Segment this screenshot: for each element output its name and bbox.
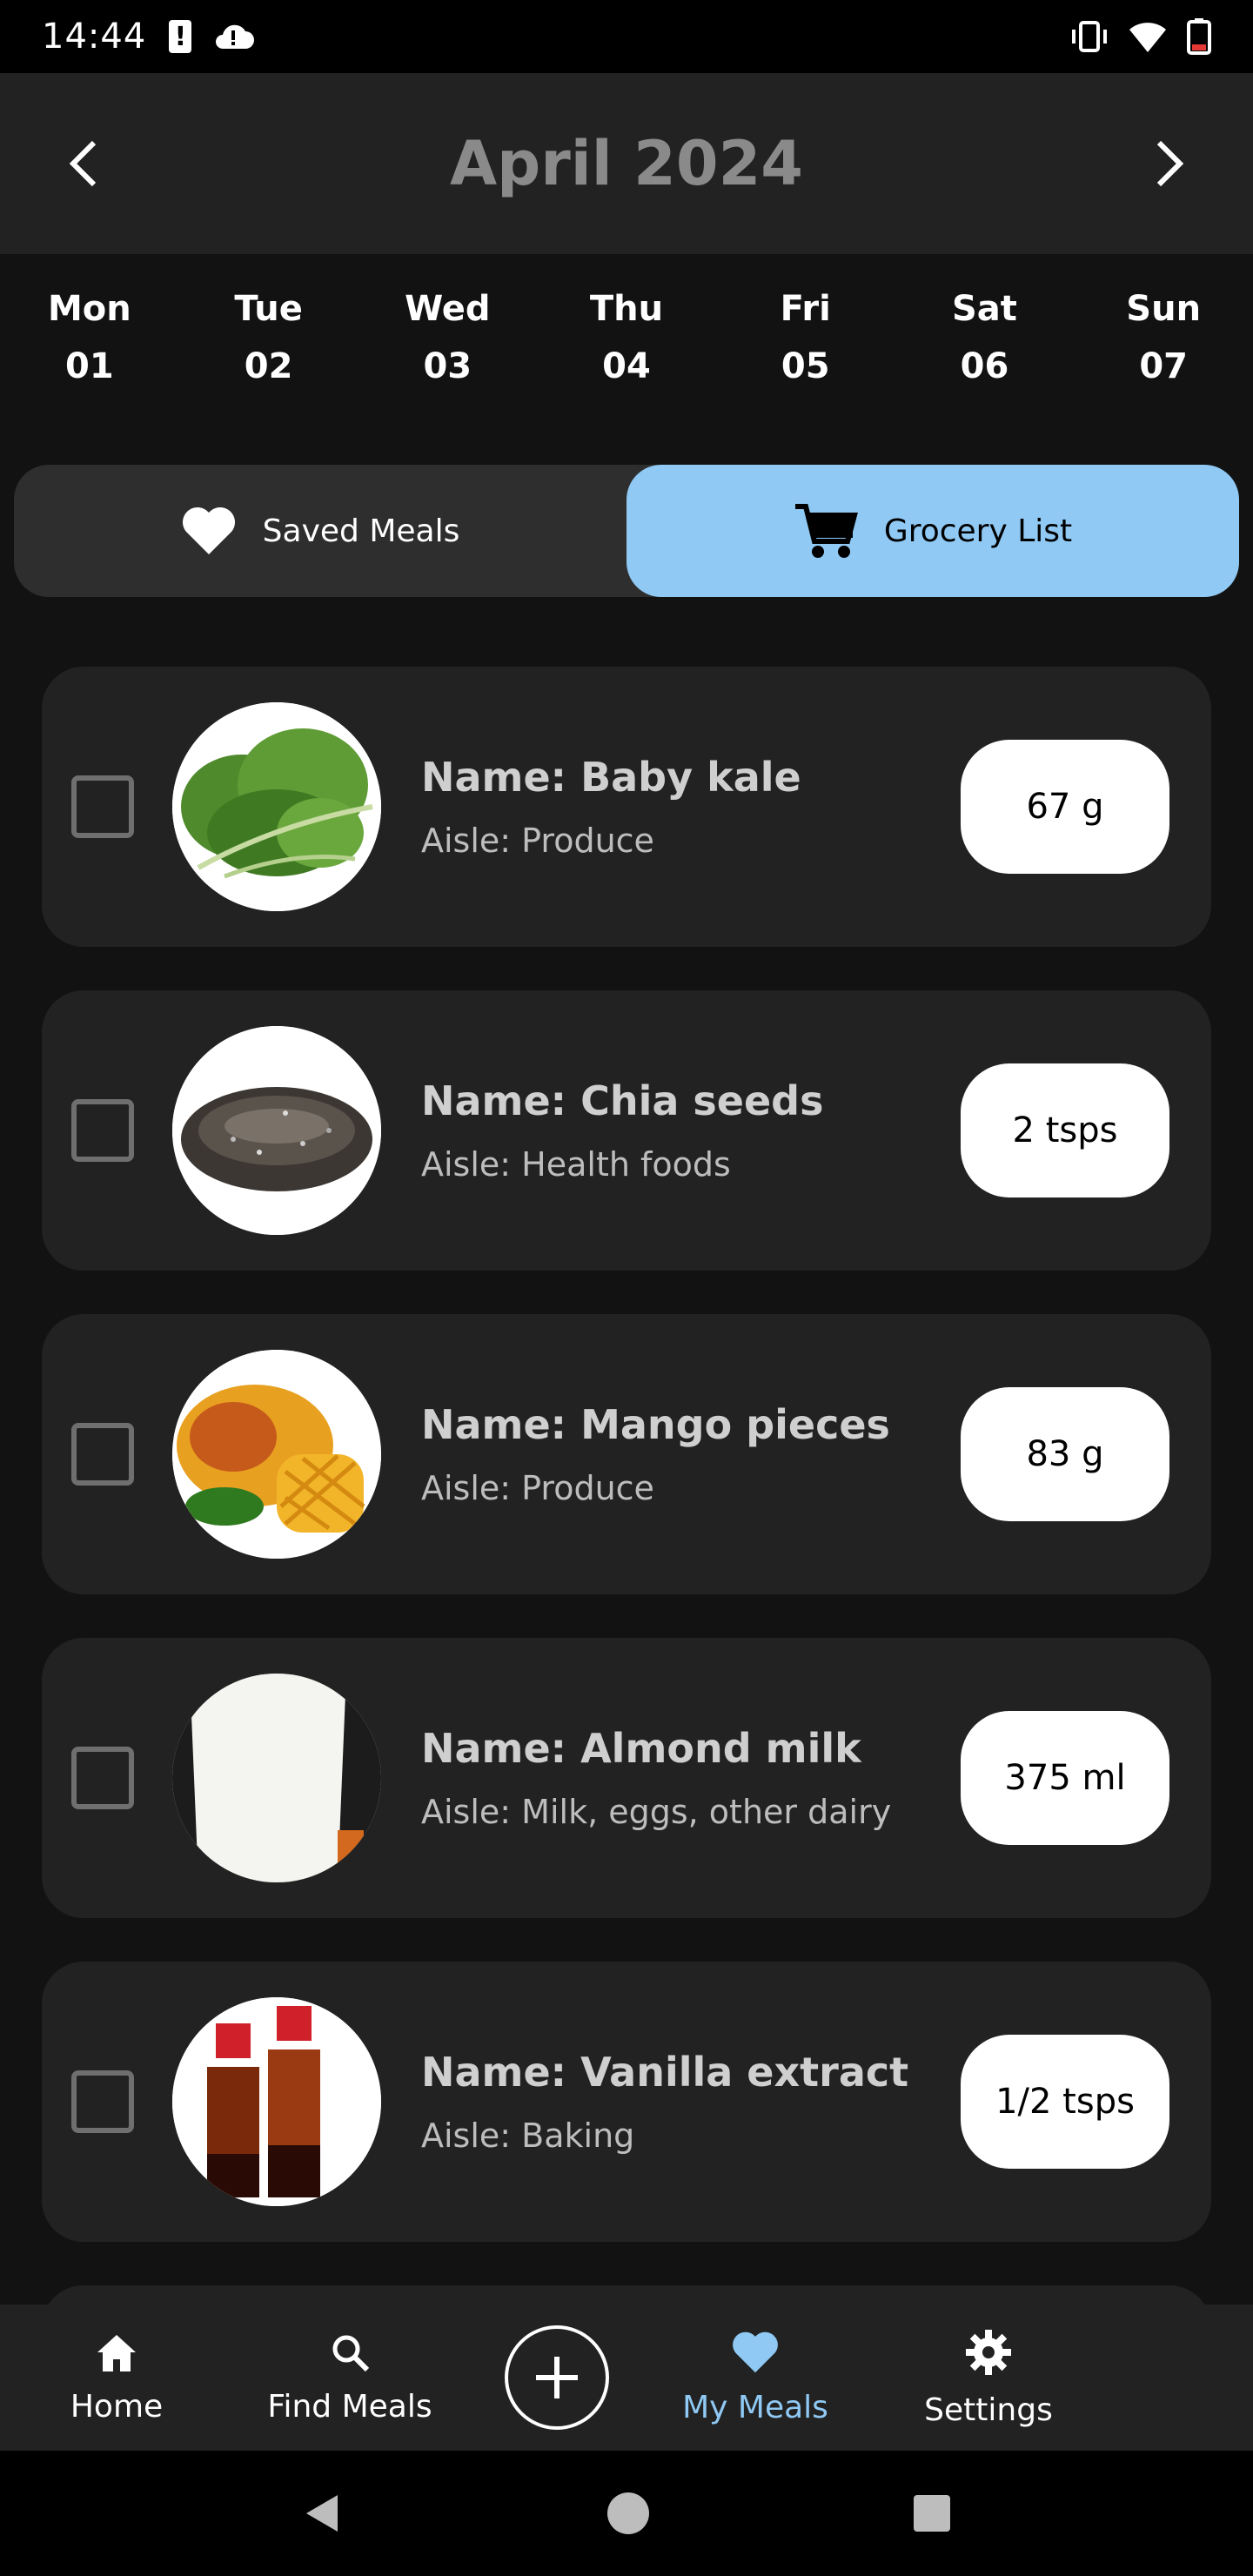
item-name: Name: Chia seeds [421,1077,824,1124]
status-right-icons [1070,18,1211,55]
add-meal-button[interactable] [505,2325,609,2430]
day-date: 02 [244,346,293,386]
grocery-item: Name: Almond milk Aisle: Milk, eggs, oth… [42,1638,1211,1918]
next-month-button[interactable] [1135,129,1204,198]
day-date: 03 [423,346,472,386]
nav-find-meals-label: Find Meals [267,2388,432,2425]
item-info: Name: Mango pieces Aisle: Produce [421,1401,890,1507]
nav-settings[interactable]: Settings [872,2328,1105,2428]
quantity-badge: 1/2 tsps [961,2035,1169,2169]
item-aisle: Aisle: Produce [421,1469,654,1507]
day-date: 07 [1139,346,1188,386]
item-aisle: Aisle: Milk, eggs, other dairy [421,1793,892,1831]
item-name: Name: Baby kale [421,754,801,801]
heart-icon [182,506,235,554]
item-checkbox[interactable] [71,1423,134,1486]
bottom-navigation: Home Find Meals My Meals Settings [0,2304,1253,2451]
day-name: Tue [234,289,303,329]
day-name: Wed [405,289,491,329]
grocery-item: Name: Baby kale Aisle: Produce 67 g [42,667,1211,947]
item-info: Name: Almond milk Aisle: Milk, eggs, oth… [421,1725,891,1831]
home-icon [97,2334,136,2371]
day-sun[interactable]: Sun 07 [1074,289,1253,419]
item-aisle: Aisle: Baking [421,2116,635,2155]
item-checkbox[interactable] [71,1099,134,1162]
quantity-badge: 2 tsps [961,1063,1169,1197]
month-header: April 2024 [0,73,1253,254]
chevron-right-icon [1156,140,1184,187]
quantity-badge: 83 g [961,1387,1169,1521]
item-info: Name: Chia seeds Aisle: Health foods [421,1077,824,1184]
quantity-badge: 67 g [961,740,1169,874]
day-tue[interactable]: Tue 02 [179,289,358,419]
tab-saved-meals[interactable]: Saved Meals [14,465,626,597]
vibrate-icon [1072,21,1107,52]
item-name: Name: Vanilla extract [421,2049,909,2096]
tab-grocery-list[interactable]: Grocery List [626,465,1239,597]
previous-month-button[interactable] [49,129,118,198]
day-wed[interactable]: Wed 03 [358,289,537,419]
vanilla-extract-image [172,1997,381,2206]
item-info: Name: Baby kale Aisle: Produce [421,754,801,860]
day-date: 04 [602,346,651,386]
day-name: Sat [951,289,1017,329]
item-checkbox[interactable] [71,1747,134,1809]
grocery-item: Name: Chia seeds Aisle: Health foods 2 t… [42,990,1211,1271]
day-name: Sun [1126,289,1202,329]
kale-image [172,702,381,911]
nav-my-meals-label: My Meals [682,2389,828,2425]
item-checkbox[interactable] [71,2070,134,2133]
alert-icon: ! [169,20,192,53]
system-navigation-bar [0,2451,1253,2576]
back-icon[interactable] [301,2492,345,2535]
chevron-left-icon [69,140,97,187]
chia-seeds-image [172,1026,381,1235]
gear-icon [966,2329,1011,2375]
home-circle-icon[interactable] [606,2491,651,2536]
month-title: April 2024 [450,128,803,199]
day-name: Thu [589,289,664,329]
nav-home-label: Home [70,2388,164,2425]
day-date: 05 [781,346,830,386]
heart-icon [733,2331,778,2372]
day-thu[interactable]: Thu 04 [537,289,716,419]
week-selector: Mon 01 Tue 02 Wed 03 Thu 04 Fri 05 Sat 0… [0,289,1253,419]
nav-settings-label: Settings [924,2392,1053,2428]
day-sat[interactable]: Sat 06 [895,289,1075,419]
nav-find-meals[interactable]: Find Meals [233,2331,466,2425]
day-date: 06 [960,346,1009,386]
grocery-item: Name: Mango pieces Aisle: Produce 83 g [42,1314,1211,1594]
battery-icon [1187,18,1211,55]
item-info: Name: Vanilla extract Aisle: Baking [421,2049,908,2155]
day-name: Mon [47,289,131,329]
status-time: 14:44 [42,17,147,57]
wifi-icon [1129,23,1166,52]
item-name: Name: Almond milk [421,1725,861,1772]
item-name: Name: Mango pieces [421,1401,890,1448]
nav-my-meals[interactable]: My Meals [639,2331,872,2425]
cloud-alert-icon [216,24,255,49]
item-checkbox[interactable] [71,775,134,838]
tab-saved-meals-label: Saved Meals [262,513,460,549]
day-mon[interactable]: Mon 01 [0,289,179,419]
grocery-list: Name: Baby kale Aisle: Produce 67 g Name… [42,667,1211,2355]
shopping-cart-icon [794,504,858,558]
nav-home[interactable]: Home [0,2331,233,2425]
meals-tab-toggle: Saved Meals Grocery List [14,465,1239,597]
item-aisle: Aisle: Produce [421,822,654,860]
day-name: Fri [780,289,831,329]
day-fri[interactable]: Fri 05 [716,289,895,419]
search-icon [332,2335,370,2371]
almond-milk-image [172,1674,381,1882]
quantity-badge: 375 ml [961,1711,1169,1845]
grocery-item: Name: Vanilla extract Aisle: Baking 1/2 … [42,1962,1211,2242]
item-aisle: Aisle: Health foods [421,1145,731,1184]
mango-image [172,1350,381,1559]
day-date: 01 [65,346,114,386]
plus-icon [536,2357,578,2398]
status-bar: 14:44 ! [0,0,1253,73]
status-left-icons: ! [169,20,255,53]
recents-icon[interactable] [912,2493,952,2533]
tab-grocery-list-label: Grocery List [883,513,1073,549]
